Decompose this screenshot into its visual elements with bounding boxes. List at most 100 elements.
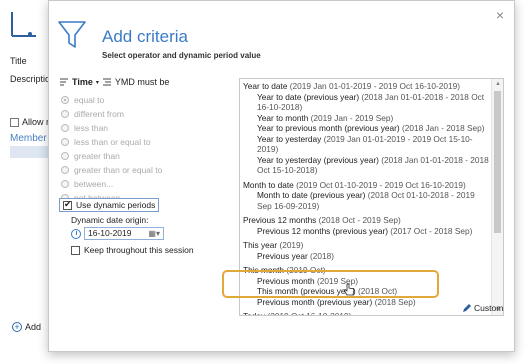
period-range: (2019 Oct 16-10-2019) bbox=[267, 311, 352, 316]
period-item[interactable]: Year to yesterday (previous year) (2018 … bbox=[243, 155, 489, 176]
period-item[interactable]: Month to date (2019 Oct 01-10-2019 - 201… bbox=[243, 180, 489, 191]
dropdown-arrow-icon[interactable]: ▾ bbox=[96, 79, 99, 86]
operator-label: less than or equal to bbox=[74, 137, 151, 147]
radio-button[interactable] bbox=[61, 110, 69, 118]
radio-button[interactable] bbox=[61, 124, 69, 132]
highlight-box bbox=[222, 270, 439, 298]
period-name: Previous 12 months (previous year) bbox=[257, 225, 388, 236]
period-name: Year to date (previous year) bbox=[257, 91, 360, 102]
allow-checkbox[interactable] bbox=[10, 118, 19, 127]
period-item[interactable]: Previous 12 months (previous year) (2017… bbox=[243, 226, 489, 237]
operator-option[interactable]: different from bbox=[61, 107, 162, 121]
radio-button[interactable] bbox=[61, 180, 69, 188]
member-tab[interactable]: Member bbox=[10, 133, 47, 144]
period-item[interactable]: Month to date (previous year) (2018 Oct … bbox=[243, 190, 489, 211]
period-name: Previous year bbox=[257, 250, 308, 261]
use-dynamic-checkbox[interactable] bbox=[63, 199, 72, 210]
operator-radio-group: equal to different from less than less than… bbox=[61, 93, 162, 205]
period-item[interactable]: This year (2019) bbox=[243, 240, 489, 251]
keep-session-row[interactable]: Keep throughout this session bbox=[71, 245, 194, 255]
operator-label: less than bbox=[74, 123, 109, 133]
period-name: Today bbox=[243, 311, 266, 316]
allow-label: Allow r bbox=[22, 117, 50, 127]
period-item[interactable]: Year to date (2019 Jan 01-01-2019 - 2019… bbox=[243, 81, 489, 92]
title-label: Title bbox=[10, 56, 27, 66]
funnel-icon bbox=[58, 21, 86, 48]
list-icon bbox=[102, 78, 111, 86]
period-range: (2018 Jan - 2018 Sep) bbox=[401, 123, 485, 133]
add-label: Add bbox=[25, 322, 42, 332]
period-name: Year to previous month (previous year) bbox=[257, 123, 400, 133]
operator-option[interactable]: greater than bbox=[61, 149, 162, 163]
period-item[interactable]: Previous 12 months (2018 Oct - 2019 Sep) bbox=[243, 215, 489, 226]
period-item[interactable]: Today (2019 Oct 16-10-2019) bbox=[243, 311, 489, 316]
keep-session-checkbox[interactable] bbox=[71, 245, 80, 255]
use-dynamic-row[interactable]: Use dynamic periods bbox=[59, 198, 160, 212]
period-name: This year bbox=[243, 240, 278, 250]
operator-option[interactable]: between... bbox=[61, 177, 162, 191]
sort-icon bbox=[60, 78, 68, 86]
period-name: Year to date bbox=[243, 81, 288, 91]
period-item[interactable]: Year to date (previous year) (2018 Jan 0… bbox=[243, 92, 489, 113]
period-name: Year to yesterday (previous year) bbox=[257, 154, 379, 165]
period-range: (2019 Jan - 2019 Sep) bbox=[310, 112, 394, 123]
period-item[interactable]: Previous month (previous year) (2018 Sep… bbox=[243, 297, 489, 308]
radio-button[interactable] bbox=[61, 152, 69, 160]
operator-label: between... bbox=[74, 179, 114, 189]
pencil-icon bbox=[463, 304, 471, 312]
operator-option[interactable]: greater than or equal to bbox=[61, 163, 162, 177]
member-header-bar bbox=[10, 146, 50, 158]
period-item[interactable]: Previous year (2018) bbox=[243, 251, 489, 262]
plus-icon: + bbox=[12, 322, 22, 332]
origin-date-value: 16-10-2019 bbox=[88, 228, 132, 238]
hand-cursor-icon bbox=[343, 283, 355, 296]
radio-button[interactable] bbox=[61, 166, 69, 174]
origin-date-input[interactable]: 16-10-2019 ▦▾ bbox=[84, 227, 164, 240]
period-item[interactable]: Year to previous month (previous year) (… bbox=[243, 123, 489, 134]
add-criteria-dialog: × Add criteria Select operator and dynam… bbox=[48, 0, 515, 352]
use-dynamic-label: Use dynamic periods bbox=[76, 200, 156, 210]
period-range: (2019 Oct 01-10-2019 - 2019 Oct 16-10-20… bbox=[296, 179, 466, 190]
keep-session-label: Keep throughout this session bbox=[84, 245, 194, 255]
scroll-up-icon[interactable]: ▲ bbox=[495, 81, 501, 87]
period-range: (2018 Sep) bbox=[374, 296, 416, 307]
period-range: (2019 Jan 01-01-2019 - 2019 Oct 16-10-20… bbox=[289, 81, 460, 91]
scrollbar-thumb[interactable] bbox=[494, 91, 501, 233]
format-label: YMD must be bbox=[114, 77, 170, 87]
period-range: (2019) bbox=[279, 240, 304, 250]
operator-option[interactable]: equal to bbox=[61, 93, 162, 107]
add-button[interactable]: + Add bbox=[12, 322, 41, 332]
close-icon[interactable]: × bbox=[494, 8, 506, 22]
period-name: Month to date bbox=[243, 179, 294, 190]
calendar-icon[interactable]: ▦▾ bbox=[148, 228, 160, 239]
period-range: (2017 Oct - 2018 Sep) bbox=[390, 225, 473, 236]
operator-label: greater than or equal to bbox=[74, 165, 163, 175]
operator-option[interactable]: less than or equal to bbox=[61, 135, 162, 149]
radio-button[interactable] bbox=[61, 96, 69, 104]
scrollbar[interactable]: ▲ ▼ bbox=[491, 79, 503, 315]
chart-axis-icon bbox=[11, 12, 36, 37]
custom-button[interactable]: Custom bbox=[462, 303, 503, 313]
time-label: Time bbox=[72, 77, 93, 87]
origin-label: Dynamic date origin: bbox=[71, 215, 149, 225]
period-item[interactable]: Year to yesterday (2019 Jan 01-01-2019 -… bbox=[243, 134, 489, 155]
custom-label: Custom bbox=[474, 303, 504, 313]
radio-button[interactable] bbox=[61, 138, 69, 146]
operator-label: equal to bbox=[74, 95, 105, 105]
period-item[interactable]: Year to month (2019 Jan - 2019 Sep) bbox=[243, 113, 489, 124]
clock-icon bbox=[71, 228, 81, 239]
period-name: Previous 12 months bbox=[243, 215, 317, 225]
operator-label: greater than bbox=[74, 151, 120, 161]
period-name: Month to date (previous year) bbox=[257, 190, 366, 200]
operator-label: different from bbox=[74, 109, 124, 119]
dialog-subtitle: Select operator and dynamic period value bbox=[102, 51, 261, 60]
origin-row: 16-10-2019 ▦▾ bbox=[71, 227, 164, 240]
period-name: Year to yesterday bbox=[257, 133, 322, 144]
dialog-title: Add criteria bbox=[102, 27, 188, 46]
period-name: Previous month (previous year) bbox=[257, 296, 373, 307]
period-range: (2018 Oct - 2019 Sep) bbox=[318, 215, 401, 225]
operator-option[interactable]: less than bbox=[61, 121, 162, 135]
period-range: (2018) bbox=[310, 250, 335, 261]
period-name: Year to month bbox=[257, 112, 309, 123]
operator-header: Time ▾ YMD must be bbox=[59, 77, 169, 87]
